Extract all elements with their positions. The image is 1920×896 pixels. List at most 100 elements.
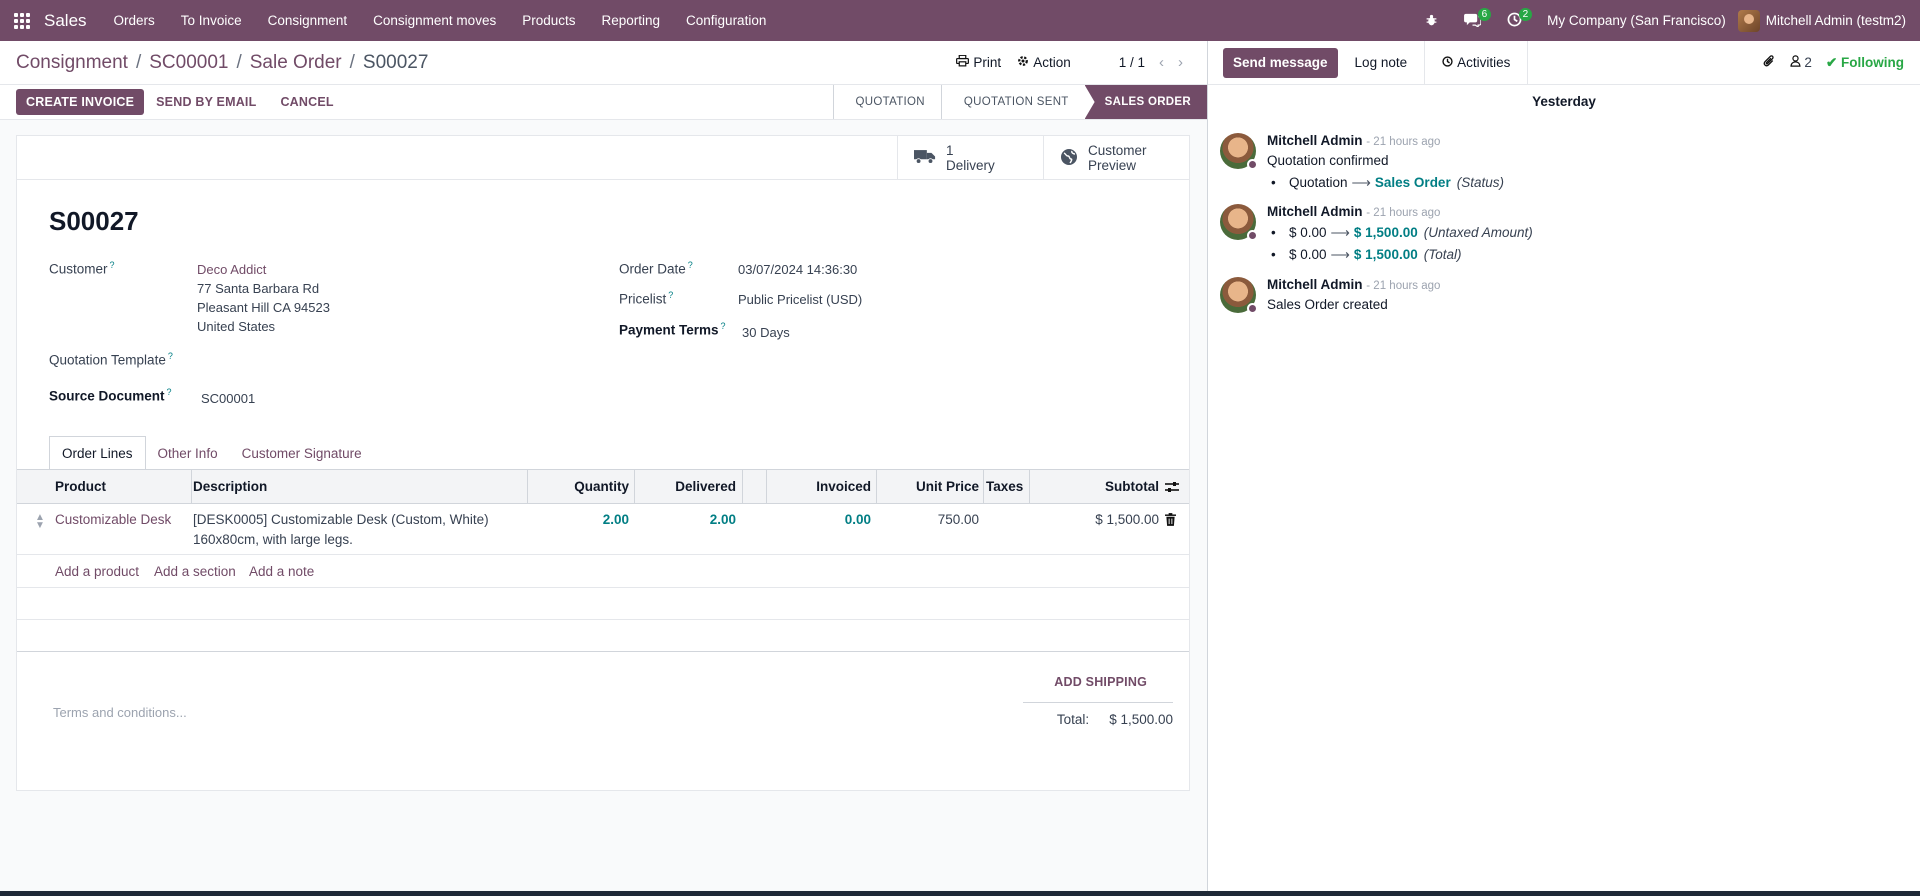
message-body: Sales Order created xyxy=(1267,297,1388,312)
tracking-value: Quotation⟶Sales Order(Status) xyxy=(1267,175,1504,191)
activities-systray[interactable]: 2 xyxy=(1494,0,1535,41)
tab-customer-signature[interactable]: Customer Signature xyxy=(230,436,374,470)
following-button[interactable]: ✔ Following xyxy=(1826,55,1904,71)
col-product[interactable]: Product xyxy=(55,470,106,503)
add-section-link[interactable]: Add a section xyxy=(154,564,236,579)
quotation-template-field[interactable] xyxy=(197,351,577,370)
total-summary: Total: $ 1,500.00 xyxy=(1023,702,1173,727)
pager-next-icon[interactable]: › xyxy=(1178,54,1183,71)
activities-button[interactable]: Activities xyxy=(1424,40,1529,85)
author-avatar[interactable] xyxy=(1220,277,1258,314)
send-message-button[interactable]: Send message xyxy=(1223,47,1338,78)
row-handle-icon[interactable]: ▲ ▼ xyxy=(35,513,45,531)
followers-button[interactable]: 2 xyxy=(1790,55,1812,70)
payment-terms-field[interactable]: 30 Days xyxy=(742,323,790,342)
menu-to-invoice[interactable]: To Invoice xyxy=(168,0,255,41)
customer-label: Customer? xyxy=(49,260,115,277)
menu-consignment[interactable]: Consignment xyxy=(255,0,361,41)
pager-value[interactable]: 1 / 1 xyxy=(1119,55,1145,70)
menu-configuration[interactable]: Configuration xyxy=(673,0,779,41)
col-delivered[interactable]: Delivered xyxy=(636,470,736,503)
customer-address-line2: Pleasant Hill CA 94523 xyxy=(197,300,330,315)
log-note-button[interactable]: Log note xyxy=(1338,41,1425,85)
row-description-line1[interactable]: [DESK0005] Customizable Desk (Custom, Wh… xyxy=(193,512,489,527)
author-avatar[interactable] xyxy=(1220,204,1258,241)
breadcrumb-sale-order[interactable]: Sale Order xyxy=(250,52,342,74)
app-brand[interactable]: Sales xyxy=(44,11,87,31)
control-panel: Consignment / SC00001 / Sale Order / S00… xyxy=(0,41,1207,85)
add-shipping-button[interactable]: ADD SHIPPING xyxy=(1054,675,1147,689)
row-delivered[interactable]: 2.00 xyxy=(636,512,736,527)
menu-reporting[interactable]: Reporting xyxy=(588,0,673,41)
user-name: Mitchell Admin (testm2) xyxy=(1765,13,1906,28)
company-switcher[interactable]: My Company (San Francisco) xyxy=(1535,13,1738,28)
author-avatar[interactable] xyxy=(1220,133,1258,170)
col-description[interactable]: Description xyxy=(193,470,267,503)
bug-icon[interactable] xyxy=(1412,0,1451,41)
message-author[interactable]: Mitchell Admin xyxy=(1267,204,1363,219)
menu-products[interactable]: Products xyxy=(509,0,588,41)
record-title: S00027 xyxy=(49,206,139,236)
source-document-field[interactable]: SC00001 xyxy=(201,389,255,408)
row-subtotal: $ 1,500.00 xyxy=(1095,512,1159,527)
row-invoiced[interactable]: 0.00 xyxy=(768,512,871,527)
order-date-field[interactable]: 03/07/2024 14:36:30 xyxy=(738,260,857,279)
empty-row xyxy=(17,620,1189,652)
stage-quotation[interactable]: QUOTATION xyxy=(832,85,941,119)
col-unit-price[interactable]: Unit Price xyxy=(878,470,979,503)
tab-other-info[interactable]: Other Info xyxy=(146,436,230,470)
trash-icon[interactable] xyxy=(1165,513,1176,529)
message-date: - 21 hours ago xyxy=(1366,207,1441,219)
delivery-smart-button[interactable]: 1 Delivery xyxy=(897,136,1043,179)
customer-field[interactable]: Deco Addict xyxy=(197,260,266,279)
notebook-tabs: Order Lines Other Info Customer Signatur… xyxy=(49,436,374,470)
col-taxes[interactable]: Taxes xyxy=(986,470,1023,503)
form-statusbar: CREATE INVOICE SEND BY EMAIL CANCEL QUOT… xyxy=(0,85,1207,120)
messages-systray[interactable]: 6 xyxy=(1451,0,1494,41)
breadcrumb-sc00001[interactable]: SC00001 xyxy=(149,52,228,74)
row-product[interactable]: Customizable Desk xyxy=(55,512,171,527)
chatter-message: Mitchell Admin - 21 hours ago Sales Orde… xyxy=(1220,277,1440,314)
col-invoiced[interactable]: Invoiced xyxy=(768,470,871,503)
terms-conditions-field[interactable]: Terms and conditions... xyxy=(53,705,187,720)
user-menu[interactable]: Mitchell Admin (testm2) xyxy=(1737,9,1920,32)
tracking-value: $ 0.00⟶$ 1,500.00(Total) xyxy=(1267,247,1533,263)
breadcrumb-consignment[interactable]: Consignment xyxy=(16,52,128,74)
menu-consignment-moves[interactable]: Consignment moves xyxy=(360,0,509,41)
message-author[interactable]: Mitchell Admin xyxy=(1267,277,1363,292)
chatter: Send message Log note Activities 2 ✔ Fol… xyxy=(1207,40,1920,896)
source-document-label: Source Document? xyxy=(49,387,172,404)
create-invoice-button[interactable]: CREATE INVOICE xyxy=(16,89,145,115)
menu-orders[interactable]: Orders xyxy=(101,0,168,41)
customer-preview-button[interactable]: Customer Preview xyxy=(1043,136,1189,179)
optional-columns-icon[interactable] xyxy=(1161,470,1183,503)
pricelist-field[interactable]: Public Pricelist (USD) xyxy=(738,290,862,309)
apps-menu-icon[interactable] xyxy=(0,0,44,41)
col-subtotal[interactable]: Subtotal xyxy=(1031,470,1159,503)
action-button[interactable]: Action xyxy=(1009,55,1079,70)
col-quantity[interactable]: Quantity xyxy=(529,470,629,503)
pager-previous-icon[interactable]: ‹ xyxy=(1159,54,1164,71)
smart-button-box: 1 Delivery Customer Preview xyxy=(17,136,1189,180)
stage-sales-order[interactable]: SALES ORDER xyxy=(1084,85,1207,119)
tab-order-lines[interactable]: Order Lines xyxy=(49,436,146,470)
form-sheet: 1 Delivery Customer Preview S00027 Custome… xyxy=(16,135,1190,791)
pager: 1 / 1 ‹ › xyxy=(1119,54,1183,71)
print-button[interactable]: Print xyxy=(948,54,1009,70)
row-unit-price[interactable]: 750.00 xyxy=(878,512,979,527)
table-row[interactable]: ▲ ▼ Customizable Desk [DESK0005] Customiz… xyxy=(17,504,1189,555)
add-product-link[interactable]: Add a product xyxy=(55,564,139,579)
paperclip-icon[interactable] xyxy=(1762,54,1776,72)
add-note-link[interactable]: Add a note xyxy=(249,564,314,579)
stage-quotation-sent[interactable]: QUOTATION SENT xyxy=(940,85,1085,119)
bottom-edge xyxy=(0,891,1920,896)
row-description-line2[interactable]: 160x80cm, with large legs. xyxy=(193,532,353,547)
top-navbar: Sales Orders To Invoice Consignment Cons… xyxy=(0,0,1920,41)
row-quantity[interactable]: 2.00 xyxy=(529,512,629,527)
message-author[interactable]: Mitchell Admin xyxy=(1267,133,1363,148)
cancel-button[interactable]: CANCEL xyxy=(268,95,345,109)
messages-badge: 6 xyxy=(1477,8,1492,21)
send-by-email-button[interactable]: SEND BY EMAIL xyxy=(144,95,268,109)
add-line-row: Add a product Add a section Add a note xyxy=(17,556,1189,588)
status-stages: QUOTATION QUOTATION SENT SALES ORDER xyxy=(832,85,1207,119)
